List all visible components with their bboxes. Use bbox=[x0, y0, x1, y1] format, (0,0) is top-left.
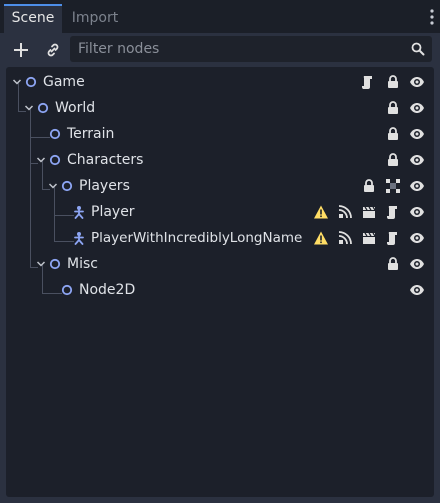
instance-scene-button[interactable] bbox=[40, 37, 66, 63]
eye-icon[interactable] bbox=[409, 74, 425, 90]
tree-row[interactable]: PlayerWithIncrediblyLongName bbox=[6, 225, 434, 251]
chevron-down-icon[interactable] bbox=[36, 259, 46, 269]
instanced-scene-icon bbox=[74, 232, 84, 245]
tree-row[interactable]: Players bbox=[6, 173, 434, 199]
tree-row[interactable]: Player bbox=[6, 199, 434, 225]
lock-icon[interactable] bbox=[385, 126, 401, 142]
node-label: Node2D bbox=[79, 282, 136, 298]
group-icon[interactable] bbox=[385, 178, 401, 194]
plus-icon bbox=[14, 43, 28, 57]
eye-icon[interactable] bbox=[409, 100, 425, 116]
node-icon bbox=[49, 258, 61, 270]
lock-icon[interactable] bbox=[385, 74, 401, 90]
link-icon bbox=[47, 43, 59, 57]
tab-import[interactable]: Import bbox=[62, 4, 128, 33]
node-label: Terrain bbox=[67, 126, 115, 142]
tree-row[interactable]: Misc bbox=[6, 251, 434, 277]
eye-icon[interactable] bbox=[409, 178, 425, 194]
node-label: PlayerWithIncrediblyLongName bbox=[91, 230, 303, 246]
lock-icon[interactable] bbox=[385, 152, 401, 168]
chevron-down-icon[interactable] bbox=[24, 103, 34, 113]
tree-row[interactable]: Characters bbox=[6, 147, 434, 173]
eye-icon[interactable] bbox=[409, 256, 425, 272]
node-label: World bbox=[55, 100, 96, 116]
instanced-scene-icon bbox=[74, 206, 84, 219]
add-node-button[interactable] bbox=[8, 37, 34, 63]
eye-icon[interactable] bbox=[409, 282, 425, 298]
warning-icon[interactable] bbox=[313, 230, 329, 246]
lock-icon[interactable] bbox=[385, 256, 401, 272]
tree-row[interactable]: Game bbox=[6, 69, 434, 95]
tab-scene[interactable]: Scene bbox=[4, 4, 62, 33]
node-icon bbox=[25, 76, 37, 88]
eye-icon[interactable] bbox=[409, 204, 425, 220]
signal-icon[interactable] bbox=[337, 204, 353, 220]
node-icon bbox=[37, 102, 49, 114]
lock-icon[interactable] bbox=[385, 100, 401, 116]
node-label: Characters bbox=[67, 152, 144, 168]
filter-nodes-field[interactable] bbox=[70, 36, 432, 62]
tree-row[interactable]: Terrain bbox=[6, 121, 434, 147]
tab-bar: Scene Import bbox=[0, 0, 440, 33]
eye-icon[interactable] bbox=[409, 152, 425, 168]
search-icon bbox=[411, 42, 425, 60]
node-icon bbox=[49, 154, 61, 166]
scene-tree[interactable]: Game World Terrain Characters Players Pl… bbox=[6, 67, 434, 497]
tree-row[interactable]: World bbox=[6, 95, 434, 121]
node-icon bbox=[61, 180, 73, 192]
signal-icon[interactable] bbox=[337, 230, 353, 246]
node-label: Game bbox=[43, 74, 85, 90]
node-label: Misc bbox=[67, 256, 98, 272]
warning-icon[interactable] bbox=[313, 204, 329, 220]
node-label: Players bbox=[79, 178, 130, 194]
clapperboard-icon[interactable] bbox=[361, 204, 377, 220]
eye-icon[interactable] bbox=[409, 126, 425, 142]
chevron-down-icon[interactable] bbox=[48, 181, 58, 191]
eye-icon[interactable] bbox=[409, 230, 425, 246]
script-icon[interactable] bbox=[360, 74, 376, 90]
clapperboard-icon[interactable] bbox=[361, 230, 377, 246]
script-icon[interactable] bbox=[385, 230, 401, 246]
tree-row[interactable]: Node2D bbox=[6, 277, 434, 303]
node-label: Player bbox=[91, 204, 135, 220]
chevron-down-icon[interactable] bbox=[12, 77, 22, 87]
lock-icon[interactable] bbox=[361, 178, 377, 194]
chevron-down-icon[interactable] bbox=[36, 155, 46, 165]
script-icon[interactable] bbox=[385, 204, 401, 220]
node2d-icon bbox=[61, 284, 73, 296]
filter-nodes-input[interactable] bbox=[78, 41, 398, 57]
node-icon bbox=[49, 128, 61, 140]
kebab-menu-icon[interactable] bbox=[430, 8, 434, 26]
